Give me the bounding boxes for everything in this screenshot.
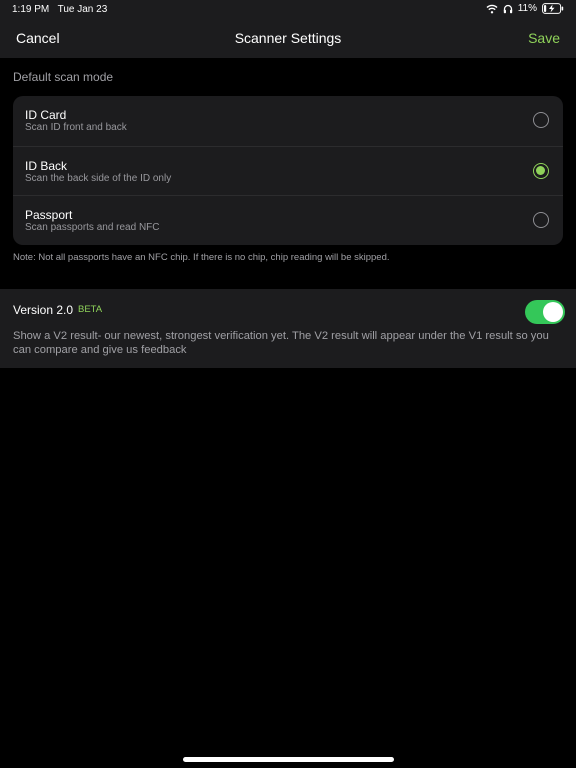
nfc-note: Note: Not all passports have an NFC chip… (13, 252, 390, 263)
status-indicators: 11% (486, 3, 564, 14)
option-title: ID Back (25, 158, 68, 173)
beta-badge: BETA (78, 304, 103, 315)
page-title: Scanner Settings (234, 30, 342, 46)
scan-mode-list: ID Card Scan ID front and back ID Back S… (13, 96, 563, 245)
save-button[interactable]: Save (528, 30, 560, 46)
cancel-button[interactable]: Cancel (16, 30, 60, 46)
status-time: 1:19 PM Tue Jan 23 (12, 4, 107, 15)
scanner-settings-screen: 1:19 PM Tue Jan 23 11% Cancel Scanner Se… (0, 0, 576, 768)
option-subtitle: Scan passports and read NFC (25, 222, 160, 234)
version-description: Show a V2 result- our newest, strongest … (13, 330, 549, 356)
status-clock: 1:19 PM (12, 4, 50, 15)
version-toggle[interactable] (525, 300, 565, 324)
headphones-icon (503, 4, 513, 14)
radio-unselected-icon[interactable] (533, 112, 549, 128)
scan-mode-option-id-back[interactable]: ID Back Scan the back side of the ID onl… (13, 145, 563, 196)
scan-mode-option-id-card[interactable]: ID Card Scan ID front and back (13, 96, 563, 146)
option-subtitle: Scan ID front and back (25, 122, 127, 133)
scan-mode-header: Default scan mode (13, 70, 114, 84)
option-subtitle: Scan the back side of the ID only (25, 172, 172, 184)
option-title: Passport (25, 208, 73, 223)
battery-charging-icon (542, 3, 564, 14)
scan-mode-option-passport[interactable]: Passport Scan passports and read NFC (13, 195, 563, 245)
home-indicator[interactable] (183, 757, 394, 762)
battery-percent: 11% (517, 3, 537, 14)
top-bar: 1:19 PM Tue Jan 23 11% Cancel Scanner Se… (0, 0, 576, 58)
radio-unselected-icon[interactable] (533, 212, 549, 229)
radio-selected-icon[interactable] (533, 162, 549, 179)
status-date: Tue Jan 23 (57, 4, 108, 15)
version-title: Version 2.0 (13, 303, 74, 317)
option-title: ID Card (25, 108, 67, 122)
wifi-icon (486, 4, 498, 14)
toggle-knob (543, 302, 563, 322)
version-panel: Version 2.0 BETA Show a V2 result- our n… (0, 289, 576, 368)
